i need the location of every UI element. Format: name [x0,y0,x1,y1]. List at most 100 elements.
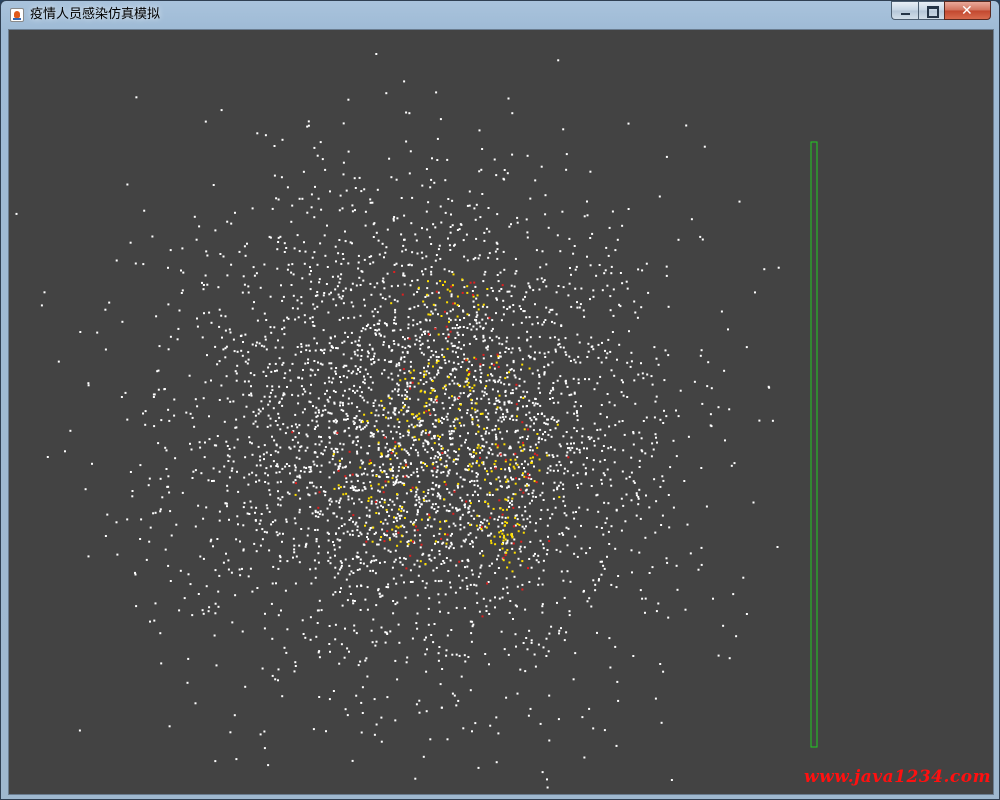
minimize-icon [901,13,910,15]
healthy-person [324,392,327,395]
healthy-person [191,416,194,419]
minimize-button[interactable] [891,1,918,20]
healthy-person [429,430,432,433]
healthy-person [174,457,177,460]
healthy-person [294,665,297,667]
healthy-person [398,362,401,365]
healthy-person [433,556,436,559]
healthy-person [551,416,554,419]
healthy-person [404,388,407,391]
confirmed-person [519,488,522,491]
healthy-person [397,284,399,287]
healthy-person [267,474,269,477]
confirmed-person [452,512,455,515]
healthy-person [441,353,444,356]
healthy-person [507,485,510,488]
healthy-person [393,322,396,325]
healthy-person [315,635,318,638]
healthy-person [328,643,331,645]
healthy-person [282,532,284,535]
healthy-person [398,466,401,469]
healthy-person [339,404,341,407]
infected-person [416,414,419,417]
healthy-person [227,568,230,571]
healthy-person [404,596,407,599]
healthy-person [414,777,417,780]
healthy-person [465,380,468,383]
healthy-person [15,212,18,215]
confirmed-person [445,325,448,328]
healthy-person [277,503,280,506]
healthy-person [394,388,396,391]
healthy-person [286,386,288,388]
healthy-person [369,201,372,204]
healthy-person [282,423,285,426]
healthy-person [411,279,414,282]
healthy-person [621,420,624,422]
healthy-person [659,663,662,665]
healthy-person [583,756,586,759]
healthy-person [304,636,307,639]
healthy-person [612,288,615,291]
healthy-person [235,758,238,761]
healthy-person [408,425,411,428]
healthy-person [237,490,240,493]
healthy-person [364,659,367,662]
healthy-person [353,316,356,319]
healthy-person [425,670,428,673]
healthy-person [432,223,435,226]
maximize-button[interactable] [918,1,944,20]
healthy-person [283,393,286,396]
healthy-person [640,437,643,440]
healthy-person [599,375,602,378]
healthy-person [497,554,500,557]
healthy-person [384,298,387,301]
healthy-person [281,540,283,543]
healthy-person [498,515,501,518]
healthy-person [395,178,398,181]
healthy-person [504,516,507,519]
healthy-person [356,479,359,482]
healthy-person [511,112,514,115]
healthy-person [388,295,391,298]
healthy-person [466,327,469,329]
java-app-icon[interactable] [10,8,24,22]
healthy-person [549,392,552,395]
healthy-person [660,721,663,724]
healthy-person [264,338,267,341]
healthy-person [453,243,456,246]
healthy-person [449,226,452,228]
healthy-person [431,470,434,473]
healthy-person [345,189,348,192]
healthy-person [337,293,340,296]
healthy-person [324,494,327,497]
healthy-person [263,395,266,398]
healthy-person [247,575,250,578]
infected-person [412,413,415,416]
healthy-person [348,434,351,437]
healthy-person [405,492,408,495]
healthy-person [510,392,512,395]
healthy-person [374,308,377,311]
healthy-person [417,574,420,577]
healthy-person [378,501,381,504]
healthy-person [376,282,379,285]
healthy-person [483,391,486,394]
healthy-person [347,495,350,498]
infected-person [400,534,403,537]
healthy-person [446,312,449,315]
infected-person [475,524,478,527]
healthy-person [353,488,356,491]
close-button[interactable]: ✕ [944,1,991,20]
healthy-person [483,231,486,234]
healthy-person [311,369,314,372]
healthy-person [104,535,107,537]
healthy-person [522,405,524,408]
title-bar[interactable]: 疫情人员感染仿真模拟 ✕ [1,1,999,29]
healthy-person [306,446,309,449]
healthy-person [267,764,270,767]
healthy-person [388,514,391,517]
infected-person [506,533,509,536]
healthy-person [539,722,542,725]
healthy-person [239,540,241,543]
